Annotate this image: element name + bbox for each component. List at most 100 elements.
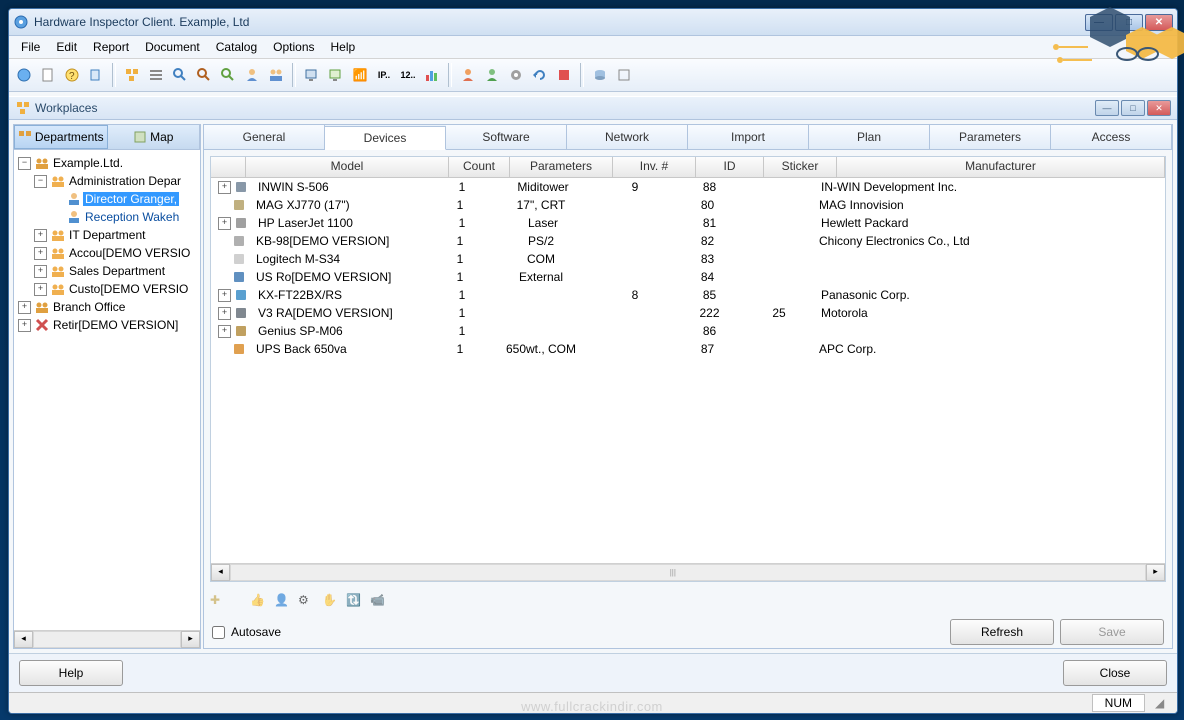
menu-edit[interactable]: Edit — [48, 38, 85, 56]
menu-file[interactable]: File — [13, 38, 48, 56]
tree-node[interactable]: Director Granger, — [16, 190, 198, 208]
sub-title: Workplaces — [35, 101, 1095, 115]
col-count[interactable]: Count — [449, 157, 510, 177]
sub-minimize-button[interactable]: — — [1095, 100, 1119, 116]
tab-parameters[interactable]: Parameters — [930, 125, 1051, 149]
tool-gear-icon[interactable] — [505, 64, 527, 86]
tree-node[interactable]: +Custo[DEMO VERSIO — [16, 280, 198, 298]
tree-node[interactable]: −Administration Depar — [16, 172, 198, 190]
device-row[interactable]: KB-98[DEMO VERSION]1PS/282Chicony Electr… — [211, 232, 1165, 250]
tool-stop-icon[interactable] — [553, 64, 575, 86]
device-row[interactable]: +KX-FT22BX/RS1885Panasonic Corp. — [211, 286, 1165, 304]
device-row[interactable]: +INWIN S-5061Miditower988IN-WIN Developm… — [211, 178, 1165, 196]
menu-catalog[interactable]: Catalog — [208, 38, 265, 56]
department-tree[interactable]: −Example.Ltd.−Administration DeparDirect… — [14, 150, 200, 630]
tool1-icon[interactable]: 👍 — [250, 593, 268, 611]
autosave-checkbox[interactable] — [212, 626, 225, 639]
col-sticker[interactable]: Sticker — [764, 157, 837, 177]
left-panel: Departments Map −Example.Ltd.−Administra… — [13, 124, 201, 649]
help-button[interactable]: Help — [19, 660, 123, 686]
device-row[interactable]: +V3 RA[DEMO VERSION]122225Motorola — [211, 304, 1165, 322]
sub-maximize-button[interactable]: □ — [1121, 100, 1145, 116]
window-title: Hardware Inspector Client. Example, Ltd — [34, 15, 1085, 29]
tree-node[interactable]: +Accou[DEMO VERSIO — [16, 244, 198, 262]
sync-icon[interactable]: 🔃 — [346, 593, 364, 611]
col-id[interactable]: ID — [696, 157, 764, 177]
menu-help[interactable]: Help — [323, 38, 364, 56]
tree-node[interactable]: +Sales Department — [16, 262, 198, 280]
tool-12-icon[interactable]: 12.. — [397, 64, 419, 86]
tool-cfg-icon[interactable] — [613, 64, 635, 86]
tool-users-icon[interactable] — [265, 64, 287, 86]
grid-toolbar: ✚ 👍 👤 ⚙ ✋ 🔃 📹 — [204, 588, 1172, 616]
tool-chart-icon[interactable] — [421, 64, 443, 86]
col-manufacturer[interactable]: Manufacturer — [837, 157, 1165, 177]
tool2-icon[interactable]: 👤 — [274, 593, 292, 611]
maximize-button[interactable]: □ — [1115, 14, 1143, 31]
tool-ip-icon[interactable]: IP.. — [373, 64, 395, 86]
departments-icon — [18, 130, 32, 144]
tool-usrg-icon[interactable] — [481, 64, 503, 86]
sub-close-button[interactable]: ✕ — [1147, 100, 1171, 116]
tree-node[interactable]: +Retir[DEMO VERSION] — [16, 316, 198, 334]
tab-import[interactable]: Import — [688, 125, 809, 149]
tab-plan[interactable]: Plan — [809, 125, 930, 149]
tab-departments[interactable]: Departments — [14, 125, 108, 149]
col-parameters[interactable]: Parameters — [510, 157, 613, 177]
tool-refresh-icon[interactable] — [529, 64, 551, 86]
tab-access[interactable]: Access — [1051, 125, 1172, 149]
tool-user-icon[interactable] — [241, 64, 263, 86]
add-icon[interactable]: ✚ — [210, 593, 228, 611]
tool-usr2-icon[interactable] — [457, 64, 479, 86]
tool3-icon[interactable]: ⚙ — [298, 593, 316, 611]
close-button-footer[interactable]: Close — [1063, 660, 1167, 686]
tool-search3-icon[interactable] — [217, 64, 239, 86]
tool-copy-icon[interactable] — [85, 64, 107, 86]
device-row[interactable]: MAG XJ770 (17")117", CRT80MAG Innovision — [211, 196, 1165, 214]
refresh-button[interactable]: Refresh — [950, 619, 1054, 645]
tool-db-icon[interactable] — [589, 64, 611, 86]
menu-bar: File Edit Report Document Catalog Option… — [9, 36, 1177, 59]
tool-org-icon[interactable] — [121, 64, 143, 86]
tool-pc2-icon[interactable] — [325, 64, 347, 86]
grid-body[interactable]: +INWIN S-5061Miditower988IN-WIN Developm… — [211, 178, 1165, 563]
tool-search2-icon[interactable] — [193, 64, 215, 86]
tree-node[interactable]: Reception Wakeh — [16, 208, 198, 226]
save-button[interactable]: Save — [1060, 619, 1164, 645]
tool-doc-icon[interactable] — [37, 64, 59, 86]
device-row[interactable]: +Genius SP-M06186 — [211, 322, 1165, 340]
tool4-icon[interactable]: ✋ — [322, 593, 340, 611]
device-row[interactable]: UPS Back 650va1650wt., COM87APC Corp. — [211, 340, 1165, 358]
tab-network[interactable]: Network — [567, 125, 688, 149]
tool5-icon[interactable]: 📹 — [370, 593, 388, 611]
tool-search1-icon[interactable] — [169, 64, 191, 86]
tree-node[interactable]: +Branch Office — [16, 298, 198, 316]
main-toolbar: ? 📶 IP.. 12.. — [9, 59, 1177, 92]
tab-general[interactable]: General — [204, 125, 325, 149]
tool-list-icon[interactable] — [145, 64, 167, 86]
tab-devices[interactable]: Devices — [325, 126, 446, 150]
minimize-button[interactable]: — — [1085, 14, 1113, 31]
tab-software[interactable]: Software — [446, 125, 567, 149]
col-model[interactable]: Model — [246, 157, 449, 177]
menu-report[interactable]: Report — [85, 38, 137, 56]
tool-pc1-icon[interactable] — [301, 64, 323, 86]
grid-header[interactable]: Model Count Parameters Inv. # ID Sticker… — [211, 157, 1165, 178]
footer: Help Close — [9, 653, 1177, 692]
tool-globe-icon[interactable] — [13, 64, 35, 86]
tree-hscroll[interactable]: ◂▸ — [14, 630, 200, 648]
device-row[interactable]: +HP LaserJet 11001Laser81Hewlett Packard — [211, 214, 1165, 232]
grid-hscroll[interactable]: ◂|||▸ — [211, 563, 1165, 581]
menu-document[interactable]: Document — [137, 38, 208, 56]
tree-node[interactable]: −Example.Ltd. — [16, 154, 198, 172]
map-icon — [133, 130, 147, 144]
close-button[interactable]: ✕ — [1145, 14, 1173, 31]
device-row[interactable]: US Ro[DEMO VERSION]1External84 — [211, 268, 1165, 286]
tree-node[interactable]: +IT Department — [16, 226, 198, 244]
tool-help-icon[interactable]: ? — [61, 64, 83, 86]
device-row[interactable]: Logitech M-S341COM83 — [211, 250, 1165, 268]
col-inv[interactable]: Inv. # — [613, 157, 696, 177]
menu-options[interactable]: Options — [265, 38, 322, 56]
tool-net-icon[interactable]: 📶 — [349, 64, 371, 86]
tab-map[interactable]: Map — [108, 125, 201, 149]
